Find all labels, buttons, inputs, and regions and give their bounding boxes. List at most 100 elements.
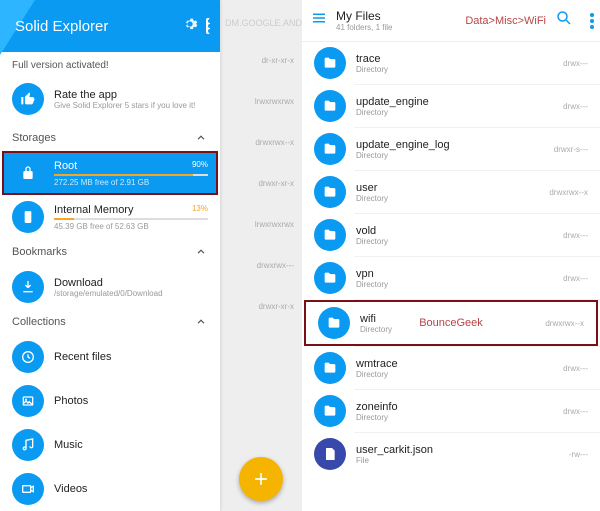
- file-type: Directory: [356, 280, 553, 289]
- file-row[interactable]: zoneinfoDirectory drwx---: [302, 390, 600, 432]
- music-icon: [12, 429, 44, 461]
- file-row-wifi[interactable]: wifiDirectory drwxrwx--x BounceGeek: [304, 300, 598, 346]
- folder-icon: [314, 47, 346, 79]
- chevron-up-icon: [194, 131, 208, 145]
- bg-perm: drwxr-xr-x: [220, 163, 302, 204]
- collection-recent[interactable]: Recent files: [0, 335, 220, 379]
- internal-pct: 13%: [192, 204, 208, 216]
- settings-icon[interactable]: [180, 16, 200, 37]
- chevron-up-icon: [194, 245, 208, 259]
- file-type: Directory: [356, 65, 553, 74]
- fab-add-button[interactable]: [239, 457, 283, 501]
- rate-title: Rate the app: [54, 89, 195, 101]
- file-name: trace: [356, 53, 553, 65]
- file-name: vpn: [356, 268, 553, 280]
- collection-photos[interactable]: Photos: [0, 379, 220, 423]
- root-sub: 272.25 MB free of 2.91 GB: [54, 178, 208, 187]
- right-header: My Files41 folders, 1 file Data>Misc>WiF…: [302, 0, 600, 42]
- promo-text: Full version activated!: [0, 52, 220, 75]
- internal-name: Internal Memory: [54, 204, 133, 216]
- file-type: Directory: [356, 237, 553, 246]
- storage-internal[interactable]: Internal Memory 13% 45.39 GB free of 52.6…: [0, 195, 220, 239]
- download-icon: [12, 271, 44, 303]
- bookmark-download[interactable]: Download/storage/emulated/0/Download: [0, 265, 220, 309]
- file-type: Directory: [356, 108, 553, 117]
- internal-bar: [54, 218, 208, 220]
- file-name: wmtrace: [356, 358, 553, 370]
- internal-sub: 45.39 GB free of 52.63 GB: [54, 222, 208, 231]
- file-row[interactable]: user_carkit.jsonFile -rw---: [302, 433, 600, 475]
- video-icon: [12, 473, 44, 505]
- file-row[interactable]: update_engine_logDirectory drwxr-s---: [302, 128, 600, 170]
- file-type: Directory: [356, 151, 544, 160]
- photo-icon: [12, 385, 44, 417]
- file-type: File: [356, 456, 559, 465]
- file-perm: drwx---: [563, 102, 588, 111]
- file-row[interactable]: userDirectory drwxrwx--x: [302, 171, 600, 213]
- file-name: zoneinfo: [356, 401, 553, 413]
- file-row[interactable]: traceDirectory drwx---: [302, 42, 600, 84]
- folder-icon: [314, 352, 346, 384]
- section-collections[interactable]: Collections: [0, 309, 220, 335]
- file-perm: drwx---: [563, 407, 588, 416]
- folder-icon: [314, 176, 346, 208]
- bg-perm: lrwxrwxrwx: [220, 81, 302, 122]
- file-name: update_engine_log: [356, 139, 544, 151]
- annotation-bouncegeek: BounceGeek: [419, 317, 483, 329]
- bg-perm: lrwxrwxrwx: [220, 204, 302, 245]
- file-row[interactable]: update_engineDirectory drwx---: [302, 85, 600, 127]
- file-perm: drwx---: [563, 364, 588, 373]
- folder-icon: [318, 307, 350, 339]
- right-title: My Files: [336, 9, 457, 23]
- file-name: vold: [356, 225, 553, 237]
- chevron-up-icon: [194, 315, 208, 329]
- rate-app-row[interactable]: Rate the appGive Solid Explorer 5 stars …: [0, 75, 220, 125]
- phone-icon: [12, 201, 44, 233]
- file-type: Directory: [356, 370, 553, 379]
- file-row[interactable]: voldDirectory drwx---: [302, 214, 600, 256]
- app-header: Solid Explorer: [0, 0, 220, 52]
- file-type: Directory: [356, 194, 539, 203]
- root-bar: [54, 174, 208, 176]
- section-storages[interactable]: Storages: [0, 125, 220, 151]
- bg-text: DM.GOOGLE.AND: [225, 18, 302, 28]
- folder-icon: [314, 133, 346, 165]
- download-sub: /storage/emulated/0/Download: [54, 289, 163, 298]
- file-name: user: [356, 182, 539, 194]
- app-title: Solid Explorer: [10, 18, 180, 35]
- root-name: Root: [54, 160, 77, 172]
- menu-dots-icon[interactable]: [588, 13, 592, 29]
- file-perm: drwxrwx--x: [549, 188, 588, 197]
- root-pct: 90%: [192, 160, 208, 172]
- menu-dots-icon[interactable]: [206, 18, 210, 34]
- right-subtitle: 41 folders, 1 file: [336, 23, 457, 32]
- breadcrumb: Data>Misc>WiFi: [465, 15, 546, 27]
- folder-icon: [314, 395, 346, 427]
- storage-root[interactable]: Root 90% 272.25 MB free of 2.91 GB: [2, 151, 218, 195]
- file-perm: drwx---: [563, 274, 588, 283]
- bg-perm: drwxr-xr-x: [220, 286, 302, 327]
- file-perm: drwx---: [563, 59, 588, 68]
- bg-perm: drwxrwx--x: [220, 122, 302, 163]
- search-icon[interactable]: [554, 9, 574, 32]
- rate-subtitle: Give Solid Explorer 5 stars if you love …: [54, 101, 195, 110]
- folder-icon: [314, 90, 346, 122]
- file-row[interactable]: vpnDirectory drwx---: [302, 257, 600, 299]
- file-name: update_engine: [356, 96, 553, 108]
- file-row[interactable]: wmtraceDirectory drwx---: [302, 347, 600, 389]
- collection-music[interactable]: Music: [0, 423, 220, 467]
- file-list[interactable]: traceDirectory drwx--- update_engineDire…: [302, 42, 600, 511]
- clock-icon: [12, 341, 44, 373]
- bg-perm: dr-xr-xr-x: [220, 40, 302, 81]
- file-perm: drwxr-s---: [554, 145, 588, 154]
- file-icon: [314, 438, 346, 470]
- file-type: Directory: [356, 413, 553, 422]
- folder-icon: [314, 219, 346, 251]
- section-bookmarks[interactable]: Bookmarks: [0, 239, 220, 265]
- lock-icon: [12, 157, 44, 189]
- folder-icon: [314, 262, 346, 294]
- file-name: user_carkit.json: [356, 444, 559, 456]
- collection-videos[interactable]: Videos: [0, 467, 220, 511]
- hamburger-icon[interactable]: [310, 9, 328, 32]
- file-perm: drwxrwx--x: [545, 319, 584, 328]
